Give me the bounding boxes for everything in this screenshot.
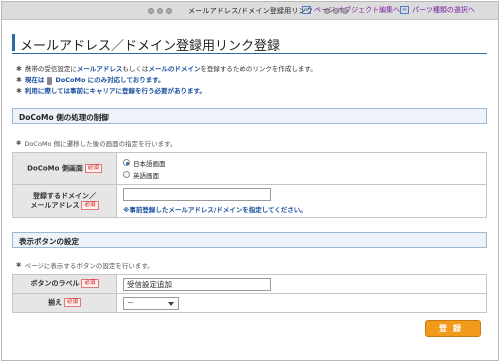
radio-japanese[interactable]: 日本語画面 (123, 157, 480, 169)
required-badge: 必須 (63, 298, 81, 308)
link-parts-type-select[interactable]: ≫ パーツ種類の選択へ (400, 5, 475, 15)
button-label-label: ボタンのラベル 必須 (12, 274, 117, 294)
button-form-table: ボタンのラベル 必須 受信設定追加 揃え 必須 － (12, 274, 487, 313)
window-dots-left (148, 8, 172, 14)
note-line-3: ✱ 利用に際しては事前にキャリアに登録を行う必要があります。 (16, 87, 206, 95)
chevron-down-icon (168, 301, 174, 306)
notes: ✱ 携帯の受信設定にメールアドレスもしくはメールのドメインを登録するためのリンク… (16, 64, 317, 97)
section-description: ✱ DoCoMo 側に遷移した後の画面の指定を行います。 (16, 139, 177, 148)
section-title: DoCoMo 側の処理の制御 (19, 113, 109, 122)
title-accent-bar (12, 34, 15, 51)
docomo-form-table: DoCoMo 側画面 必須 日本語画面 英語画面 登録するドメイン／ メールアドレ… (12, 152, 487, 218)
align-cell: － (116, 293, 487, 313)
domain-hint: ※事前登録したメールアドレス/ドメインを指定してください。 (123, 206, 307, 214)
button-label-cell: 受信設定追加 (116, 274, 487, 294)
link-page-object-edit[interactable]: ≫ ページ オブジェクト編集へ (302, 5, 400, 15)
domain-label: 登録するドメイン／ メールアドレス 必須 (12, 184, 117, 218)
radio-button[interactable] (123, 171, 130, 178)
asterisk-icon: ✱ (16, 76, 22, 84)
section-description: ✱ ページに表示するボタンの設定を行います。 (16, 261, 154, 270)
align-select[interactable]: － (123, 296, 179, 310)
domain-input[interactable] (123, 188, 271, 201)
required-badge: 必須 (81, 279, 99, 289)
window-title: メールアドレス/ドメイン登録用リンク (188, 7, 313, 15)
page-header: メールアドレス／ドメイン登録用リンク登録 (12, 28, 487, 54)
docomo-screen-label: DoCoMo 側画面 必須 (12, 152, 117, 185)
note-line-1: ✱ 携帯の受信設定にメールアドレスもしくはメールのドメインを登録するためのリンク… (16, 65, 317, 73)
asterisk-icon: ✱ (16, 65, 22, 73)
radio-english[interactable]: 英語画面 (123, 169, 480, 181)
asterisk-icon: ✱ (16, 87, 22, 95)
required-badge: 必須 (81, 200, 99, 210)
section-button-settings: 表示ボタンの設定 (12, 232, 487, 248)
link-icon: ≫ (302, 6, 311, 14)
docomo-screen-options: 日本語画面 英語画面 (116, 152, 487, 185)
link-icon: ≫ (400, 6, 409, 14)
register-button[interactable]: 登録 (425, 320, 481, 337)
asterisk-icon: ✱ (16, 261, 22, 269)
radio-button-checked[interactable] (123, 159, 130, 166)
link-label: ページ オブジェクト編集へ (314, 6, 401, 14)
link-label: パーツ種類の選択へ (412, 6, 475, 14)
docomo-phone-icon (47, 76, 53, 85)
section-docomo-control: DoCoMo 側の処理の制御 (12, 108, 487, 124)
asterisk-icon: ✱ (16, 139, 22, 147)
domain-cell: ※事前登録したメールアドレス/ドメインを指定してください。 (116, 184, 487, 218)
page-title: メールアドレス／ドメイン登録用リンク登録 (20, 39, 281, 54)
section-title: 表示ボタンの設定 (19, 237, 79, 246)
note-line-2: ✱ 現在は DoCoMo にのみ対応しております。 (16, 76, 165, 85)
align-label: 揃え 必須 (12, 293, 117, 313)
button-label-input[interactable]: 受信設定追加 (123, 277, 271, 291)
required-badge: 必須 (84, 163, 102, 173)
